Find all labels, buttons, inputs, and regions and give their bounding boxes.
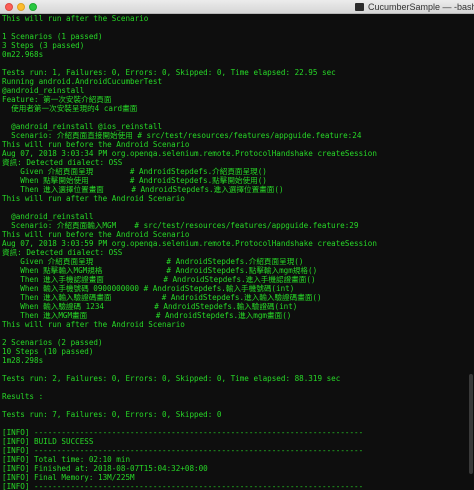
minimize-button[interactable]: [17, 3, 25, 11]
terminal-line: Given 介紹頁面呈現 # AndroidStepdefs.介紹頁面呈現(): [2, 257, 304, 266]
maximize-button[interactable]: [29, 3, 37, 11]
terminal-line: When 點擊輸入MGM規格 # AndroidStepdefs.點擊輸入mgm…: [2, 266, 318, 275]
terminal-line: 0m22.968s: [2, 50, 44, 59]
scrollbar-thumb[interactable]: [469, 374, 473, 474]
terminal-line: 資訊: Detected dialect: OSS: [2, 158, 123, 167]
terminal-line: Tests run: 2, Failures: 0, Errors: 0, Sk…: [2, 374, 341, 383]
terminal-line: 10 Steps (10 passed): [2, 347, 94, 356]
terminal-line: 3 Steps (3 passed): [2, 41, 85, 50]
title-bar[interactable]: CucumberSample — -bash: [0, 0, 474, 14]
terminal-line: This will run before the Android Scenari…: [2, 230, 190, 239]
terminal-line: When 點擊開始使用 # AndroidStepdefs.點擊開始使用(): [2, 176, 267, 185]
terminal-line: This will run before the Android Scenari…: [2, 140, 190, 149]
terminal-line: @android_reinstall @ios_reinstall: [2, 122, 163, 131]
terminal-line: Then 進入手機認證畫面 # AndroidStepdefs.進入手機認證畫面…: [2, 275, 316, 284]
scrollbar[interactable]: [468, 14, 474, 490]
terminal-line: @android_reinstall: [2, 212, 94, 221]
terminal-window: CucumberSample — -bash This will run aft…: [0, 0, 474, 490]
terminal-line: Scenario: 介紹頁面直接開始使用 # src/test/resource…: [2, 131, 362, 140]
window-title: CucumberSample — -bash: [368, 2, 474, 12]
terminal-line: 2 Scenarios (2 passed): [2, 338, 103, 347]
terminal-line: Results :: [2, 392, 44, 401]
terminal-line: Then 進入選擇位置畫面 # AndroidStepdefs.進入選擇位置畫面…: [2, 185, 284, 194]
close-button[interactable]: [5, 3, 13, 11]
terminal-line: Running android.AndroidCucumberTest: [2, 77, 163, 86]
terminal-line: Then 進入輸入驗證碼畫面 # AndroidStepdefs.進入輸入驗證碼…: [2, 293, 322, 302]
terminal-line: Feature: 第一次安裝介紹頁面: [2, 95, 112, 104]
terminal-line: [INFO] ---------------------------------…: [2, 428, 364, 437]
terminal-line: [INFO] ---------------------------------…: [2, 446, 364, 455]
terminal-line: Tests run: 1, Failures: 0, Errors: 0, Sk…: [2, 68, 336, 77]
terminal-line: Tests run: 7, Failures: 0, Errors: 0, Sk…: [2, 410, 222, 419]
terminal-line: Aug 07, 2018 3:03:34 PM org.openqa.selen…: [2, 149, 377, 158]
terminal-line: Scenario: 介紹頁面輸入MGM # src/test/resources…: [2, 221, 359, 230]
terminal-line: Then 進入MGM畫面 # AndroidStepdefs.進入mgm畫面(): [2, 311, 292, 320]
terminal-line: @android_reinstall: [2, 86, 85, 95]
terminal-line: [INFO] Final Memory: 13M/225M: [2, 473, 135, 482]
terminal-icon: [355, 3, 364, 11]
terminal-line: [INFO] Total time: 02:10 min: [2, 455, 131, 464]
terminal-output[interactable]: This will run after the Scenario 1 Scena…: [0, 14, 474, 490]
terminal-line: When 輸入驗證碼 1234 # AndroidStepdefs.輸入驗證碼(…: [2, 302, 298, 311]
terminal-line: This will run after the Android Scenario: [2, 320, 185, 329]
terminal-line: When 輸入手機號碼 0900000000 # AndroidStepdefs…: [2, 284, 295, 293]
terminal-line: 1m28.298s: [2, 356, 44, 365]
terminal-line: [INFO] Finished at: 2018-08-07T15:04:32+…: [2, 464, 208, 473]
terminal-line: Given 介紹頁面呈現 # AndroidStepdefs.介紹頁面呈現(): [2, 167, 267, 176]
terminal-line: 1 Scenarios (1 passed): [2, 32, 103, 41]
terminal-line: Aug 07, 2018 3:03:59 PM org.openqa.selen…: [2, 239, 377, 248]
terminal-line: 使用者第一次安裝呈現的4 card畫面: [2, 104, 138, 113]
terminal-line: This will run after the Android Scenario: [2, 194, 185, 203]
terminal-line: [INFO] ---------------------------------…: [2, 482, 364, 490]
terminal-line: 資訊: Detected dialect: OSS: [2, 248, 123, 257]
terminal-line: [INFO] BUILD SUCCESS: [2, 437, 94, 446]
terminal-line: This will run after the Scenario: [2, 14, 149, 23]
